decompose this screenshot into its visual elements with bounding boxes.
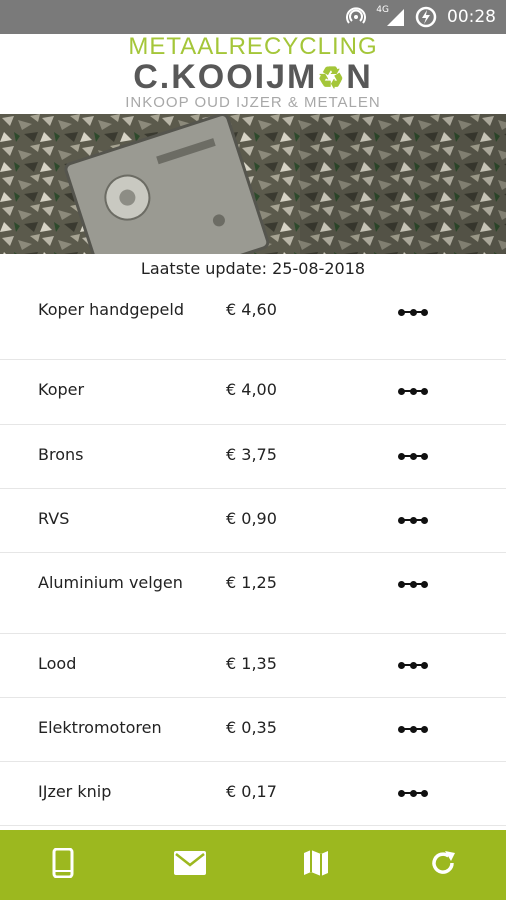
recycle-icon: ♻: [317, 62, 347, 95]
metal-price: € 4,60: [226, 300, 277, 319]
mail-button[interactable]: [127, 830, 254, 900]
logo-tagline-bottom: INKOOP OUD IJZER & METALEN: [125, 94, 381, 111]
metal-name: IJzer knip: [38, 782, 112, 801]
metal-name: Koper handgepeld: [38, 300, 184, 319]
more-icon[interactable]: [398, 788, 428, 798]
data-saver-icon: [415, 6, 437, 28]
metal-price: € 1,35: [226, 654, 277, 673]
signal-icon: 4G: [376, 5, 405, 27]
refresh-button[interactable]: [380, 830, 506, 900]
metal-name: Aluminium velgen: [38, 573, 183, 592]
metal-price: € 0,35: [226, 718, 277, 737]
price-list: Koper handgepeld € 4,60 Koper € 4,00 Bro…: [0, 288, 506, 826]
more-icon[interactable]: [398, 515, 428, 525]
price-row[interactable]: IJzer knip € 0,17: [0, 762, 506, 826]
logo-company-name: C.KOOIJM♻N: [0, 59, 506, 97]
more-icon[interactable]: [398, 386, 428, 396]
last-update-text: Laatste update: 25-08-2018: [140, 259, 366, 278]
mail-icon: [173, 851, 206, 879]
price-row[interactable]: Koper € 4,00: [0, 360, 506, 425]
hero-image: [0, 114, 506, 254]
price-row[interactable]: Elektromotoren € 0,35: [0, 698, 506, 762]
logo-header: METAALRECYCLING C.KOOIJM♻N INKOOP OUD IJ…: [0, 34, 506, 114]
metal-name: Lood: [38, 654, 77, 673]
metal-price: € 4,00: [226, 380, 277, 399]
metal-price: € 1,25: [226, 573, 277, 592]
more-icon[interactable]: [398, 660, 428, 670]
metal-name: Elektromotoren: [38, 718, 162, 737]
more-icon[interactable]: [398, 307, 428, 317]
metal-price: € 3,75: [226, 445, 277, 464]
status-bar: 4G 00:28: [0, 0, 506, 34]
logo-name-left: C.KOOIJM: [133, 58, 318, 96]
more-icon[interactable]: [398, 451, 428, 461]
hotspot-icon: [346, 7, 367, 27]
metal-price: € 0,90: [226, 509, 277, 528]
more-icon[interactable]: [398, 579, 428, 589]
metal-price: € 0,17: [226, 782, 277, 801]
metal-name: RVS: [38, 509, 70, 528]
metal-name: Brons: [38, 445, 84, 464]
price-row[interactable]: Koper handgepeld € 4,60: [0, 288, 506, 360]
price-row[interactable]: Brons € 3,75: [0, 425, 506, 489]
phone-icon: [52, 847, 74, 882]
network-type: 4G: [376, 5, 389, 15]
price-row[interactable]: Aluminium velgen € 1,25: [0, 553, 506, 634]
bottom-nav-bar: [0, 830, 506, 900]
map-button[interactable]: [253, 830, 380, 900]
call-button[interactable]: [0, 830, 127, 900]
clock: 00:28: [447, 7, 496, 27]
price-row[interactable]: RVS € 0,90: [0, 489, 506, 553]
map-icon: [303, 849, 329, 881]
logo-name-right: N: [346, 58, 373, 96]
metal-name: Koper: [38, 380, 85, 399]
logo-tagline-top: METAALRECYCLING: [128, 33, 378, 60]
refresh-icon: [429, 849, 457, 881]
more-icon[interactable]: [398, 724, 428, 734]
price-row[interactable]: Lood € 1,35: [0, 634, 506, 698]
